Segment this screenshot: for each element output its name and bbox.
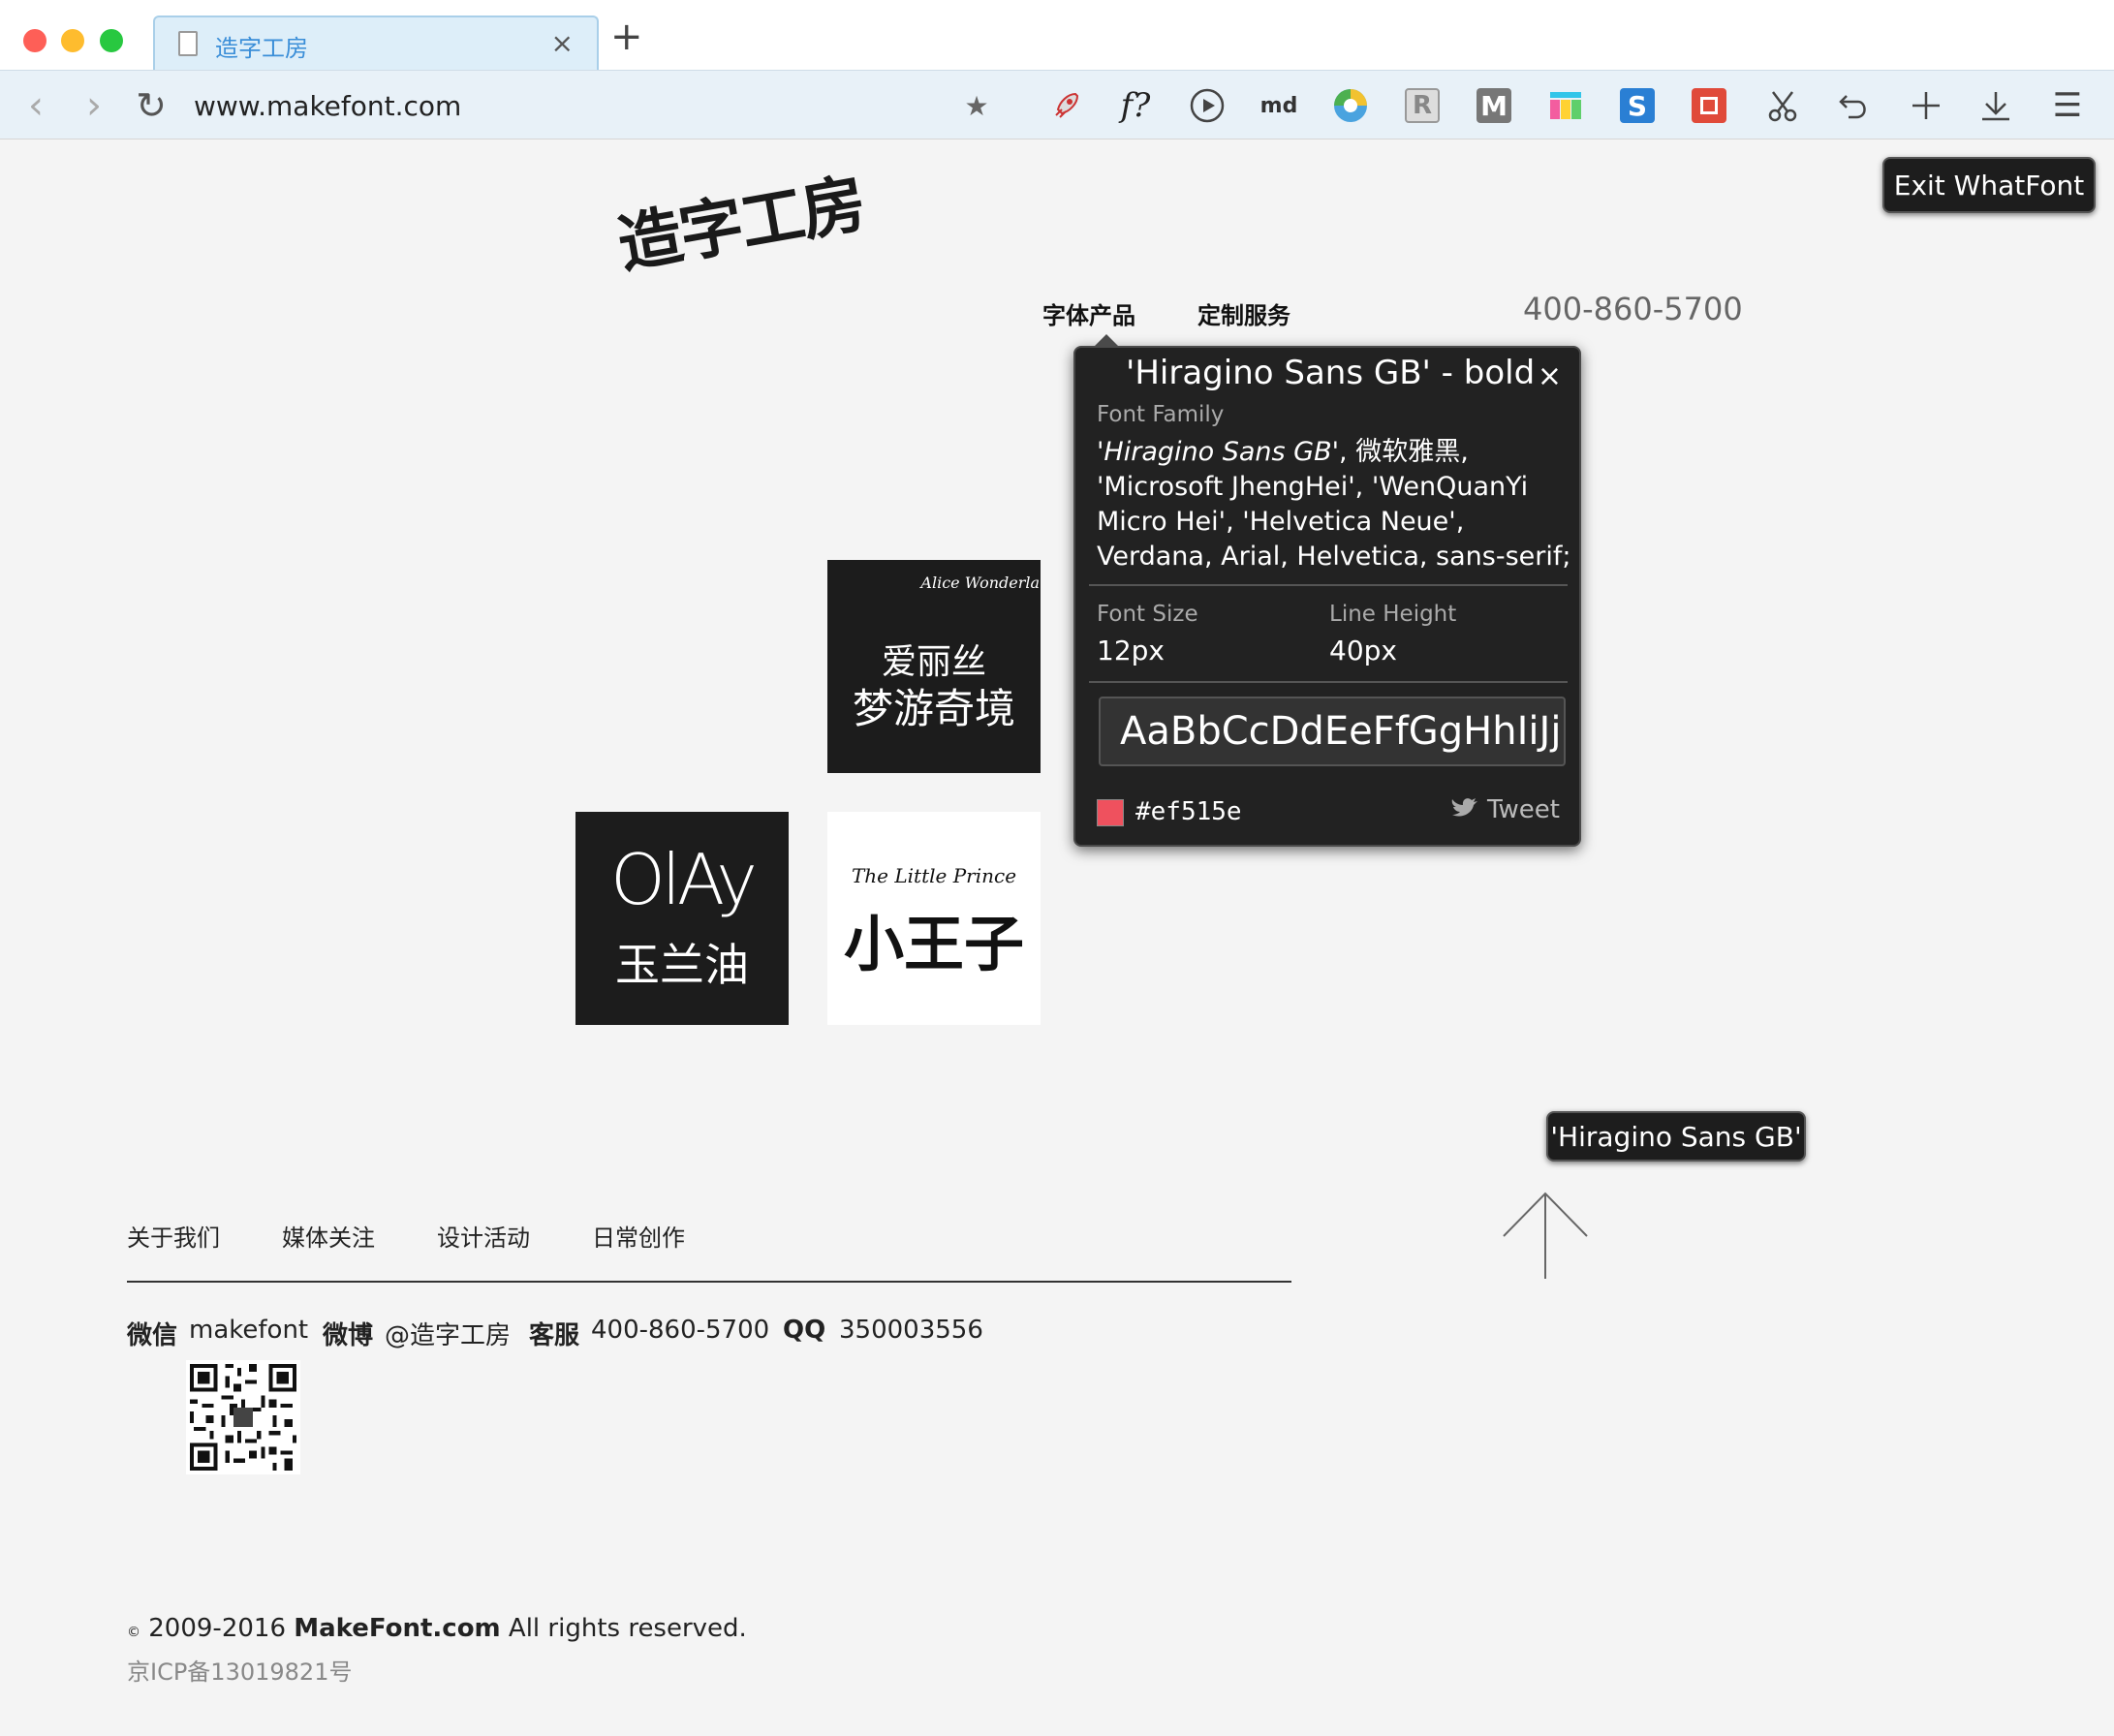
color-swatch [1097,799,1124,826]
wechat-value: makefont [189,1316,309,1345]
address-bar[interactable]: www.makefont.com [194,71,461,140]
panel-pointer [1093,334,1120,348]
window-zoom-button[interactable] [100,29,123,52]
tab-close-icon[interactable]: × [551,27,574,59]
divider [1089,681,1568,683]
back-to-top-icon[interactable] [1500,1190,1591,1281]
site-logo[interactable]: 造字工房 [610,152,871,287]
reload-icon[interactable]: ↻ [132,71,171,140]
nav-custom-service[interactable]: 定制服务 [1197,296,1290,330]
line-height-label: Line Height [1329,602,1457,627]
font-family-primary: 'Hiragino Sans GB' [1097,437,1340,467]
qq-label: QQ [783,1316,826,1345]
play-icon[interactable] [1186,71,1228,140]
nav-fonts-products[interactable]: 字体产品 [1042,296,1135,330]
exit-whatfont-button[interactable]: Exit WhatFont [1882,157,2096,213]
scissors-icon[interactable] [1761,71,1804,140]
whatfont-panel: 'Hiragino Sans GB' - bold × Font Family … [1073,334,1581,847]
screenshot-icon[interactable] [1688,71,1730,140]
font-size-value: 12px [1097,635,1165,666]
tile-prince-en: The Little Prince [851,864,1017,887]
font-sample: AaBbCcDdEeFfGgHhIiJjKk [1099,697,1566,766]
new-tab-button[interactable]: + [610,17,643,56]
header-phone: 400-860-5700 [1523,291,1743,327]
wechat-qr-code [186,1360,300,1474]
divider [1089,584,1568,586]
tile-alice[interactable]: Alice Wonderland 爱丽丝 梦游奇境 [827,560,1041,773]
evernote-m-icon[interactable]: M [1473,71,1515,140]
font-family-label: Font Family [1097,402,1225,427]
undo-icon[interactable] [1833,71,1876,140]
font-size-label: Font Size [1097,602,1198,627]
close-icon[interactable]: × [1538,359,1562,393]
tile-little-prince[interactable]: The Little Prince 小王子 [827,812,1041,1025]
back-icon[interactable]: ‹ [21,71,50,140]
browser-tab-bar: 造字工房 × + [0,0,2114,70]
window-minimize-button[interactable] [61,29,84,52]
tweet-button[interactable]: Tweet [1450,795,1560,824]
page-icon [178,31,198,56]
forward-icon[interactable]: › [79,71,109,140]
service-label: 客服 [529,1321,580,1350]
rocket-icon[interactable] [1044,71,1087,140]
icp-license[interactable]: 京ICP备13019821号 [127,1653,352,1687]
color-picker-icon[interactable] [1544,71,1587,140]
bookmark-star-icon[interactable]: ★ [955,71,998,140]
font-family-value: 'Hiragino Sans GB', 微软雅黑, 'Microsoft Jhe… [1097,435,1571,574]
sublime-s-icon[interactable]: S [1616,71,1659,140]
whatfont-icon[interactable]: f? [1114,71,1157,140]
footer-link-daily[interactable]: 日常创作 [592,1219,685,1253]
menu-icon[interactable]: ☰ [2046,71,2089,140]
tab-title: 造字工房 [215,35,308,62]
tile-olay-cn: 玉兰油 [615,939,749,991]
tile-prince-cn: 小王子 [843,909,1024,979]
footer-link-events[interactable]: 设计活动 [437,1219,530,1253]
download-icon[interactable] [1974,71,2017,140]
window-close-button[interactable] [23,29,47,52]
footer-divider [127,1281,1291,1283]
chrome-like-icon[interactable] [1329,71,1372,140]
wechat-label: 微信 [127,1321,178,1350]
footer-link-media[interactable]: 媒体关注 [282,1219,375,1253]
whatfont-tooltip: 'Hiragino Sans GB' [1546,1111,1806,1162]
tile-alice-cn2: 梦游奇境 [852,685,1015,732]
qq-value: 350003556 [839,1316,983,1345]
tweet-label: Tweet [1486,795,1560,824]
plus-icon[interactable] [1905,71,1947,140]
tile-alice-en: Alice Wonderland [920,574,1041,592]
tile-olay[interactable]: OlAy 玉兰油 [575,812,789,1025]
browser-toolbar: ‹ › ↻ www.makefont.com ★ f? md R M S ☰ [0,70,2114,140]
line-height-value: 40px [1329,635,1397,666]
color-hex: #ef515e [1135,797,1242,826]
tile-olay-en: OlAy [610,839,758,920]
copyright: © 2009-2016 MakeFont.com All rights rese… [127,1614,747,1643]
footer-link-about[interactable]: 关于我们 [127,1219,220,1253]
weibo-label: 微博 [323,1321,374,1350]
service-value: 400-860-5700 [591,1316,770,1345]
weibo-value[interactable]: @造字工房 [385,1316,511,1351]
panel-title: 'Hiragino Sans GB' - bold [1126,354,1536,392]
browser-tab[interactable]: 造字工房 × [153,16,599,70]
bird-icon [1451,798,1477,817]
readability-icon[interactable]: R [1401,71,1444,140]
markdown-icon[interactable]: md [1258,71,1300,140]
